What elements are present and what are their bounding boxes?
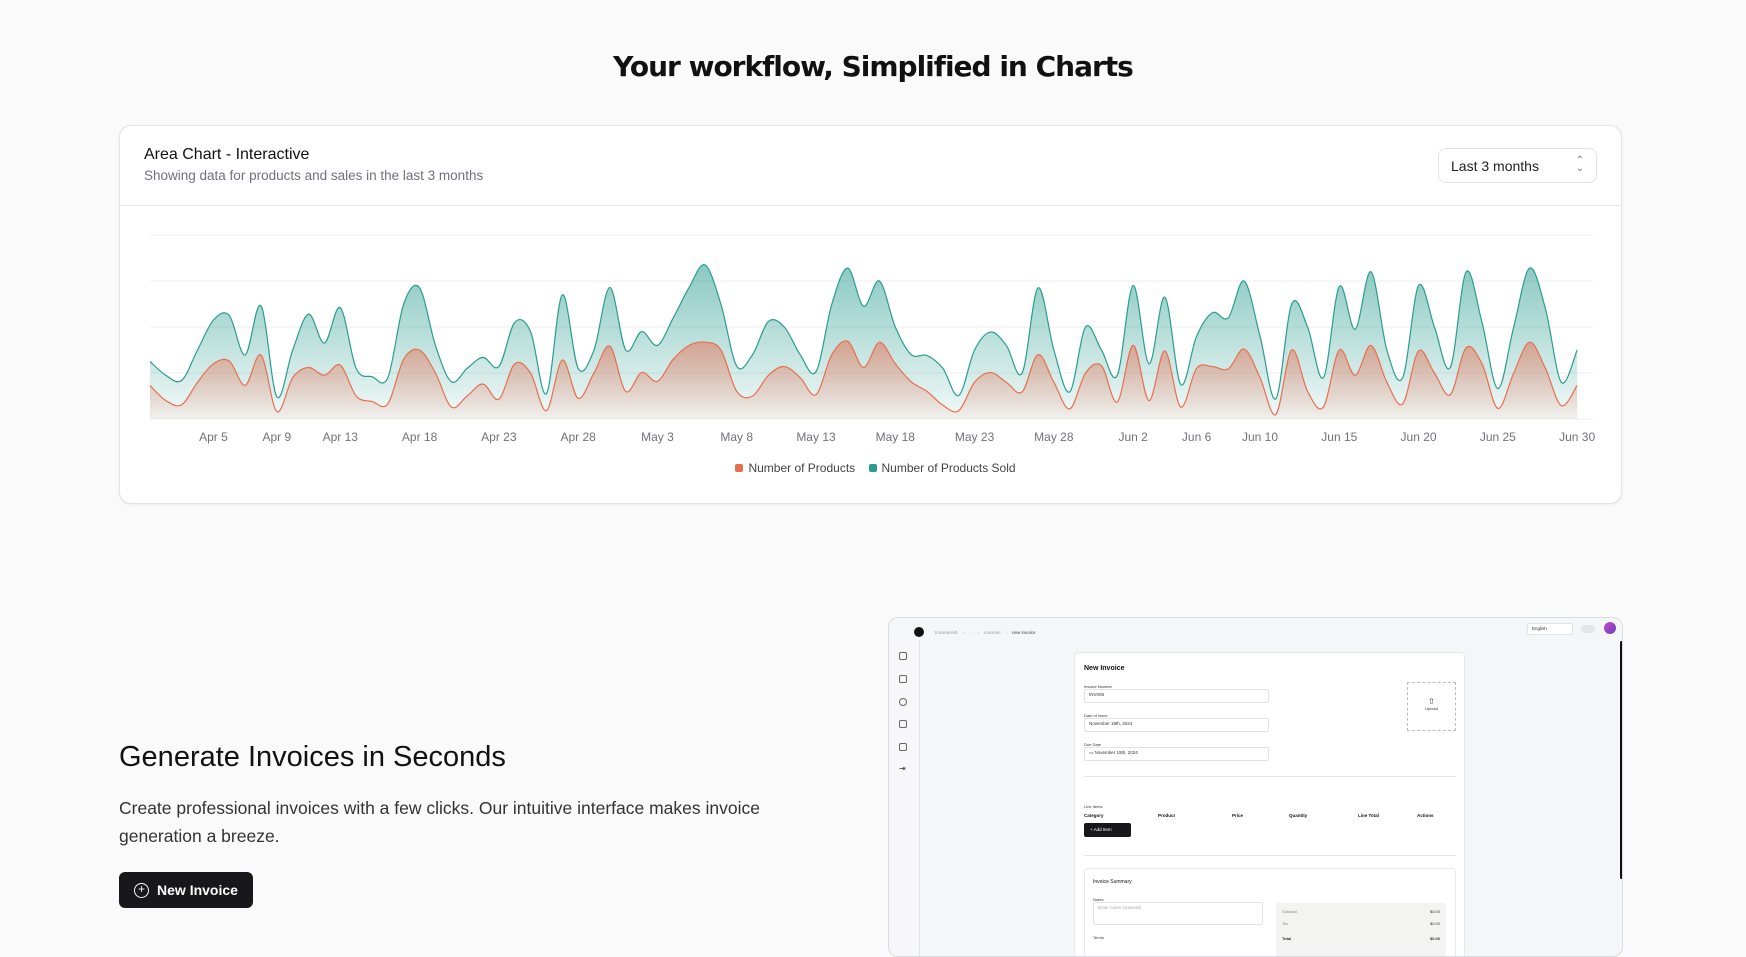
column-header: Line Total	[1358, 813, 1379, 818]
x-tick-label: Jun 25	[1480, 430, 1516, 444]
new-invoice-button[interactable]: + New Invoice	[119, 872, 253, 908]
summary-title: Invoice Summary	[1093, 879, 1132, 885]
x-tick-label: Apr 9	[263, 430, 292, 444]
theme-toggle[interactable]	[1581, 625, 1595, 633]
time-range-value: Last 3 months	[1451, 158, 1539, 174]
printer-icon[interactable]	[899, 720, 907, 728]
invoice-app-screenshot: InvoiceHub › ... › invoices › new invoice E…	[888, 617, 1623, 957]
upload-icon: ⇧	[1428, 697, 1435, 706]
x-tick-label: Jun 10	[1242, 430, 1278, 444]
tax-label: Tax	[1282, 921, 1289, 926]
divider	[1084, 776, 1456, 777]
invoice-number-value: INV008	[1089, 692, 1105, 697]
form-title: New Invoice	[1084, 665, 1125, 672]
logout-icon[interactable]: ⇥	[899, 764, 906, 773]
total-value: $0.00	[1429, 936, 1440, 941]
legend-swatch-sold	[868, 464, 877, 472]
date-issue-value: November 19th, 2024	[1089, 721, 1133, 726]
due-date-input[interactable]: ▭ November 19th, 2024	[1084, 747, 1269, 761]
subtotal-value: $0.00	[1429, 909, 1440, 914]
plus-circle-icon: +	[134, 882, 150, 898]
chart-card-header: Area Chart - Interactive Showing data fo…	[120, 126, 1621, 206]
chart-legend: Number of Products Number of Products So…	[120, 461, 1621, 475]
notes-textarea[interactable]: Enter notes (optional)	[1093, 902, 1263, 925]
language-value: English	[1532, 626, 1547, 631]
due-date-value: November 19th, 2024	[1094, 750, 1138, 755]
totals-box: Subtotal $0.00 Tax $0.00 Total $0.00	[1276, 903, 1446, 956]
breadcrumb-item[interactable]: invoices	[984, 630, 1000, 635]
breadcrumb-item[interactable]: InvoiceHub	[935, 630, 958, 635]
feature-title: Generate Invoices in Seconds	[119, 741, 506, 773]
feature-description: Create professional invoices with a few …	[119, 798, 760, 846]
new-invoice-label: New Invoice	[157, 882, 238, 898]
tax-value: $0.00	[1429, 921, 1440, 926]
upload-logo-area[interactable]: ⇧ Upload	[1407, 682, 1456, 731]
invoice-number-input[interactable]: INV008	[1084, 689, 1269, 703]
line-items-label: Line Items	[1084, 804, 1103, 809]
x-tick-label: Apr 23	[481, 430, 517, 444]
upload-label: Upload	[1425, 706, 1438, 711]
breadcrumb: InvoiceHub › ... › invoices › new invoice	[935, 630, 1036, 635]
column-header: Quantity	[1289, 813, 1308, 818]
x-tick-label: May 18	[876, 430, 916, 444]
add-item-label: Add Item	[1093, 827, 1112, 832]
x-tick-label: Apr 5	[199, 430, 228, 444]
x-tick-label: May 13	[796, 430, 836, 444]
dashboard-icon[interactable]	[899, 652, 907, 660]
breadcrumb-item[interactable]: ...	[969, 630, 973, 635]
x-tick-label: May 8	[720, 430, 753, 444]
x-tick-label: Jun 6	[1182, 430, 1212, 444]
x-tick-label: May 3	[641, 430, 674, 444]
legend-products-sold: Number of Products Sold	[881, 461, 1016, 475]
area-chart-card: Area Chart - Interactive Showing data fo…	[119, 125, 1622, 504]
x-tick-label: Jun 2	[1118, 430, 1148, 444]
column-header: Price	[1232, 813, 1244, 818]
x-tick-label: May 23	[955, 430, 995, 444]
sidebar	[889, 640, 920, 956]
chevron-up-down-icon: ⌃ ⌄	[1575, 155, 1584, 174]
date-issue-input[interactable]: November 19th, 2024	[1084, 718, 1269, 732]
x-tick-label: Jun 30	[1559, 430, 1595, 444]
breadcrumb-item: new invoice	[1012, 630, 1036, 635]
folder-icon[interactable]	[899, 743, 907, 751]
column-header: Category	[1084, 813, 1104, 818]
scrollbar[interactable]	[1620, 641, 1622, 879]
add-item-button[interactable]: + Add Item	[1084, 823, 1131, 837]
time-range-select[interactable]: Last 3 months ⌃ ⌄	[1438, 148, 1597, 183]
chart-subtitle: Showing data for products and sales in t…	[144, 168, 484, 183]
chart-title: Area Chart - Interactive	[144, 146, 310, 163]
x-tick-label: Jun 15	[1321, 430, 1357, 444]
notes-placeholder: Enter notes (optional)	[1098, 905, 1142, 910]
legend-swatch-products	[735, 464, 744, 472]
invoice-icon[interactable]	[899, 675, 907, 683]
app-logo	[914, 627, 924, 637]
total-label: Total	[1282, 936, 1292, 941]
x-tick-label: May 28	[1034, 430, 1074, 444]
subtotal-label: Subtotal	[1282, 909, 1297, 914]
x-tick-label: Jun 20	[1401, 430, 1437, 444]
divider	[1084, 855, 1456, 856]
terms-label: Terms	[1093, 935, 1104, 940]
user-avatar[interactable]	[1604, 622, 1616, 634]
users-icon[interactable]	[899, 698, 907, 706]
x-tick-label: Apr 28	[560, 430, 596, 444]
column-header: Product	[1158, 813, 1176, 818]
page-title: Your workflow, Simplified in Charts	[613, 50, 1134, 83]
area-chart[interactable]: Apr 5 Apr 9 Apr 13 Apr 18 Apr 23 Apr 28 May 3 M…	[120, 206, 1623, 456]
language-select[interactable]: English	[1527, 623, 1573, 635]
x-tick-label: Apr 13	[323, 430, 359, 444]
legend-products: Number of Products	[748, 461, 856, 475]
x-tick-label: Apr 18	[402, 430, 438, 444]
column-header: Actions	[1417, 813, 1434, 818]
